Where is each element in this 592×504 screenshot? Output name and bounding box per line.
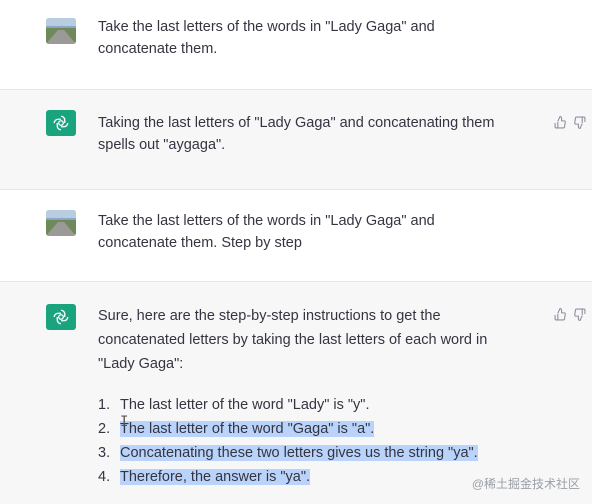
user-message-1: Take the last letters of the words in "L… (0, 0, 592, 90)
openai-logo-icon (46, 304, 76, 330)
assistant-message-1: Taking the last letters of "Lady Gaga" a… (0, 90, 592, 190)
list-item-text: The last letter of the word "Lady" is "y… (120, 397, 370, 413)
message-text-line: concatenate them. Step by step (98, 235, 302, 251)
thumbs-up-icon[interactable] (554, 115, 567, 129)
thumbs-down-icon[interactable] (573, 308, 586, 322)
list-number: 4. (98, 469, 111, 485)
list-item-text: Concatenating these two letters gives us… (120, 445, 478, 461)
list-number: 2. (98, 421, 111, 437)
thumbs-up-icon[interactable] (554, 307, 567, 321)
list-number: 3. (98, 445, 111, 461)
list-number: 1. (98, 397, 111, 413)
user-avatar (46, 18, 76, 44)
list-item: 3. Concatenating these two letters gives… (98, 441, 548, 465)
list-item: 1. The last letter of the word "Lady" is… (98, 393, 548, 417)
list-item-text: Therefore, the answer is "ya". (120, 469, 311, 485)
list-item-text: The last letter of the word "Gaga" is "a… (120, 421, 375, 437)
message-text-line: spells out "aygaga". (98, 137, 226, 153)
user-avatar (46, 210, 76, 236)
message-text-line: concatenate them. (98, 41, 218, 57)
openai-logo-icon (46, 110, 76, 136)
message-text-line: "Lady Gaga": (98, 356, 184, 372)
watermark: @稀土掘金技术社区 (471, 477, 580, 491)
message-text-line: Take the last letters of the words in "L… (98, 213, 435, 229)
text-cursor-icon: I (120, 414, 129, 430)
user-message-2: Take the last letters of the words in "L… (0, 190, 592, 282)
message-text-line: concatenated letters by taking the last … (98, 332, 488, 348)
message-text-line: Sure, here are the step-by-step instruct… (98, 308, 441, 324)
message-text-line: Taking the last letters of "Lady Gaga" a… (98, 115, 495, 131)
assistant-message-2: Sure, here are the step-by-step instruct… (0, 282, 592, 504)
list-item: 2. The last letter of the word "Gaga" is… (98, 417, 548, 441)
thumbs-down-icon[interactable] (573, 116, 586, 130)
message-text-line: Take the last letters of the words in "L… (98, 19, 435, 35)
